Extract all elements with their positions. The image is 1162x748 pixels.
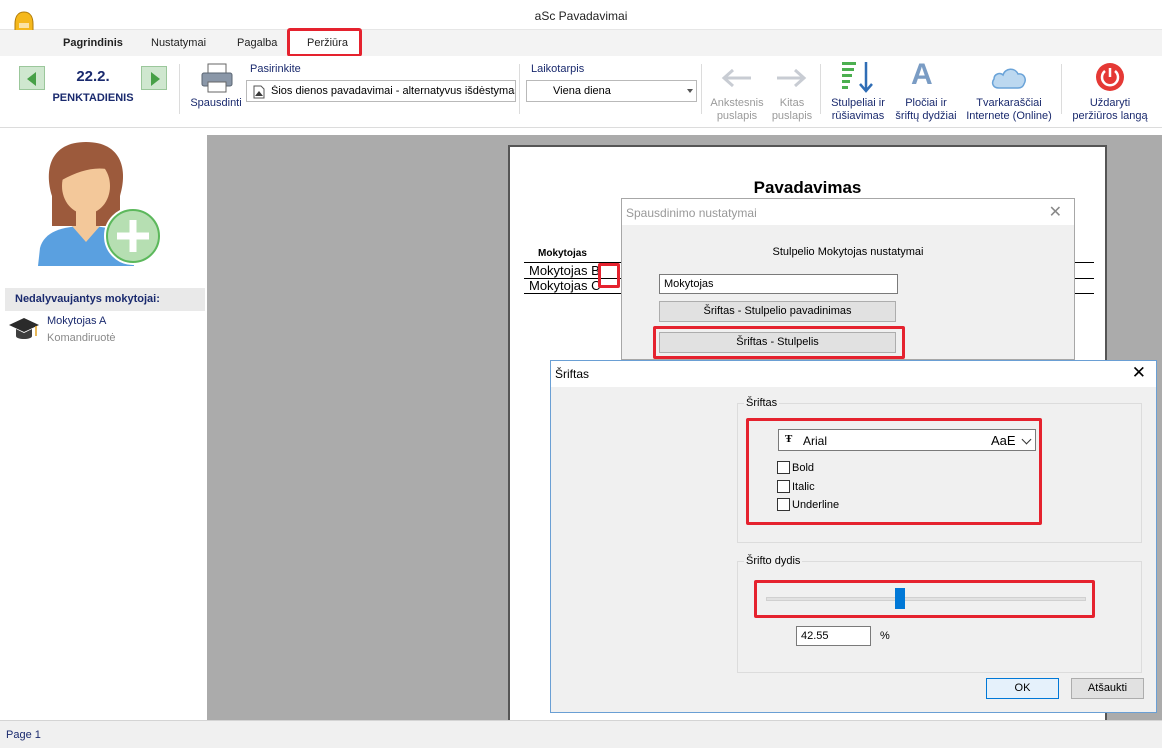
layout-select-value: Šios dienos pavadavimai - alternatyvus i… [271,85,515,97]
title-bar: aSc Pavadavimai [0,0,1162,30]
page-indicator: Page 1 [6,729,41,741]
columns-sorting-button[interactable]: Stulpeliai ir rūšiavimas [826,97,890,123]
graduation-cap-icon [9,318,39,339]
column-settings-subtitle: Stulpelio Mokytojas nustatymai [772,246,924,258]
prev-day-button[interactable] [19,66,45,90]
font-dialog-title: Šriftas [555,367,590,381]
font-dialog: Šriftas ✕ Šriftas Ŧ Arial AaE Bold Itali… [550,360,1157,713]
close-icon[interactable]: ✕ [1132,363,1146,383]
status-bar: Page 1 [0,720,1162,748]
absent-teachers-header: Nedalyvaujantys mokytojai: [5,288,205,311]
list-item-teacher-status: Komandiruotė [47,332,116,344]
tab-pagrindinis[interactable]: Pagrindinis [63,37,123,49]
highlight-size-slider [754,580,1095,618]
highlight-column-font-button [653,326,905,359]
tab-perziura[interactable]: Peržiūra [287,28,362,57]
sidebar: Nedalyvaujantys mokytojai: Mokytojas A K… [0,128,207,720]
font-size-input[interactable]: 42.55 [796,626,871,646]
online-timetables-button[interactable]: Tvarkaraščiai Internete (Online) [962,97,1056,123]
print-button[interactable]: Spausdinti [186,97,246,110]
close-icon[interactable]: ✕ [1049,202,1062,222]
column-name-input[interactable]: Mokytojas [659,274,898,294]
period-label: Laikotarpis [531,63,585,75]
tab-pagalba[interactable]: Pagalba [237,37,277,49]
list-item-teacher-name[interactable]: Mokytojas A [47,315,106,327]
highlight-font-options [746,418,1042,525]
period-select[interactable]: Viena diena [526,80,697,102]
add-teacher-avatar-icon[interactable] [36,140,166,268]
font-size-icon: A [911,58,933,91]
layout-select[interactable]: Šios dienos pavadavimai - alternatyvus i… [246,80,516,102]
next-day-button[interactable] [141,66,167,90]
column-header: Mokytojas [538,248,587,259]
chevron-down-icon [687,89,693,93]
arrow-right-icon [777,68,807,88]
sort-columns-icon [842,62,873,93]
header-font-button[interactable]: Šriftas - Stulpelio pavadinimas [659,301,896,322]
page-heading: Pavadavimas [753,178,862,197]
printer-icon[interactable] [200,62,234,94]
power-icon [1096,63,1124,91]
highlight-column-marker [598,263,620,288]
tab-perziura-label: Peržiūra [307,37,348,49]
cloud-icon [991,68,1026,89]
ok-button[interactable]: OK [986,678,1059,699]
close-preview-button[interactable]: Uždaryti peržiūros langą [1064,97,1156,123]
cancel-button[interactable]: Atšaukti [1071,678,1144,699]
period-select-value: Viena diena [553,85,611,97]
window-title: aSc Pavadavimai [534,9,628,23]
next-page-button: Kitas puslapis [771,97,813,122]
table-row: Mokytojas C [529,278,601,293]
document-icon [253,85,265,99]
font-group-label: Šriftas [744,397,780,409]
weekday-label: PENKTADIENIS [52,92,134,104]
print-settings-title: Spausdinimo nustatymai [626,206,757,220]
prev-page-button: Ankstesnis puslapis [710,97,764,122]
size-group-label: Šrifto dydis [744,555,803,567]
date-label: 22.2. [76,68,110,85]
table-row: Mokytojas B [529,263,600,278]
ribbon: 22.2. PENKTADIENIS Spausdinti Pasirinkit… [0,56,1162,128]
percent-label: % [880,630,890,642]
widths-fonts-button[interactable]: Pločiai ir šriftų dydžiai [890,97,962,123]
choose-label: Pasirinkite [250,63,301,75]
tab-nustatymai[interactable]: Nustatymai [151,37,206,49]
arrow-left-icon [721,68,751,88]
menu-tab-bar: Pagrindinis Nustatymai Pagalba [0,30,1162,56]
absent-teachers-title: Nedalyvaujantys mokytojai: [15,293,160,305]
